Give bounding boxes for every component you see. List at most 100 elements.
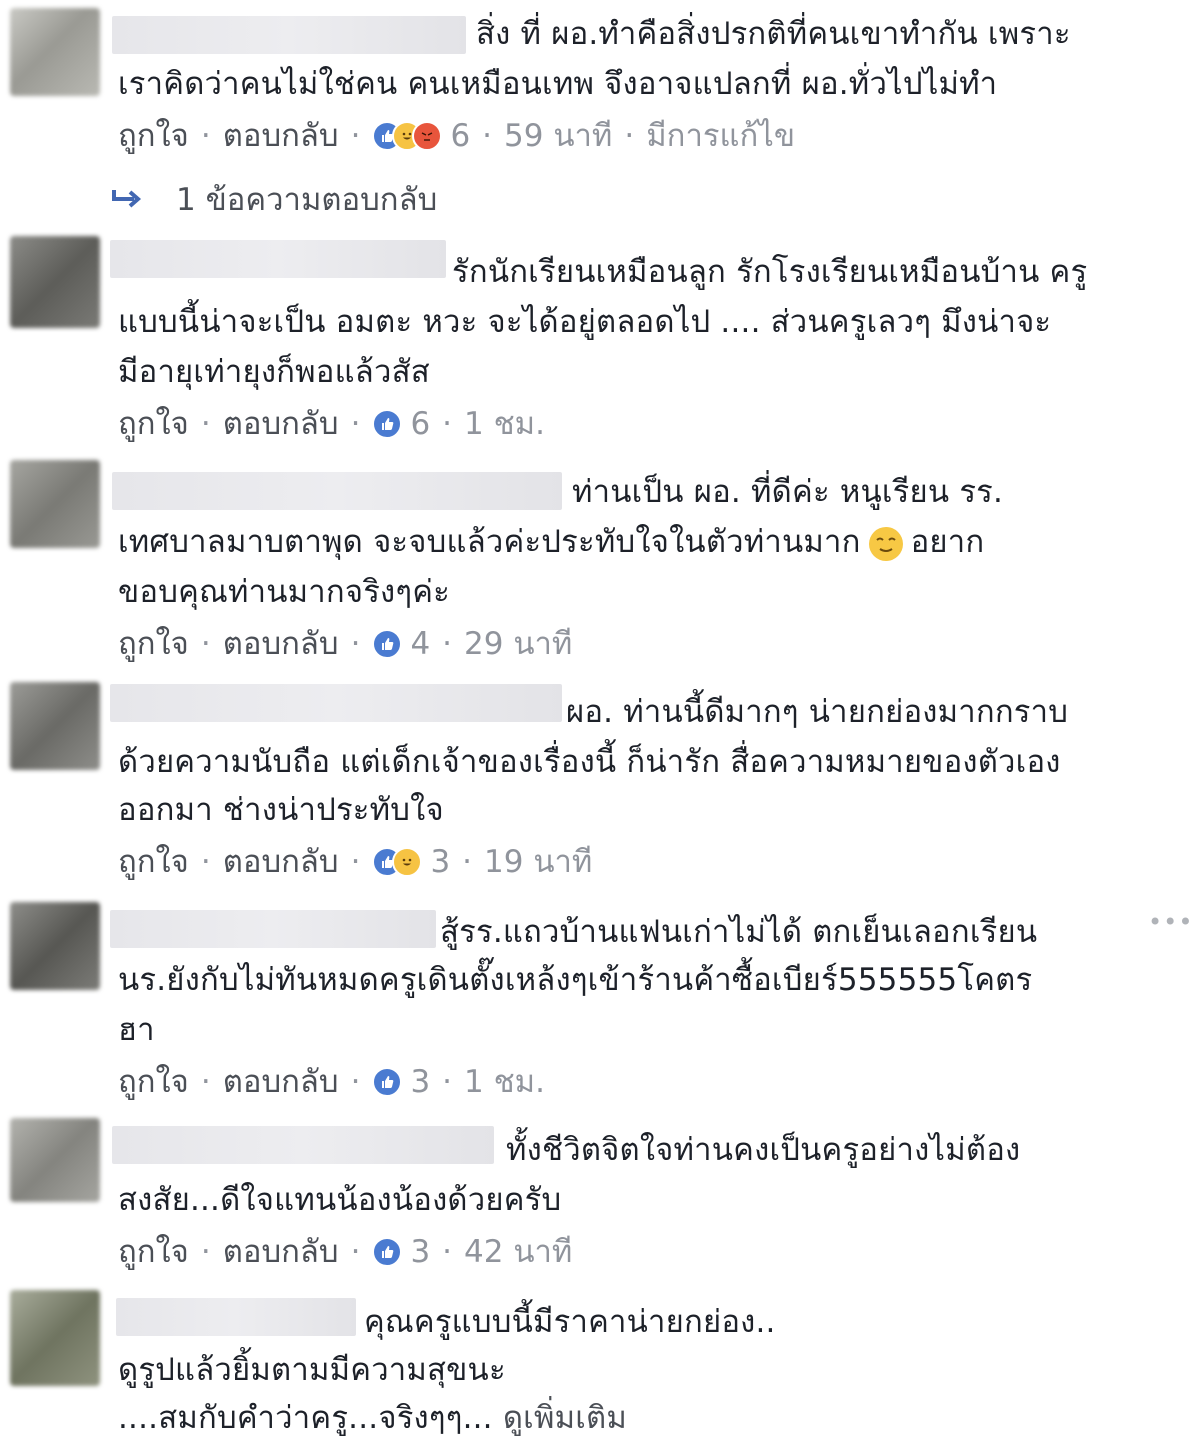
- separator: ·: [462, 844, 473, 880]
- reaction-count[interactable]: 3: [410, 1230, 430, 1274]
- separator: ·: [442, 406, 453, 442]
- more-options-icon[interactable]: •••: [1148, 908, 1193, 936]
- commenter-name-redacted[interactable]: [112, 472, 562, 510]
- comment-actions: ถูกใจ · ตอบกลับ · 4 · 29 นาที: [118, 622, 572, 666]
- avatar[interactable]: [10, 8, 100, 96]
- like-button[interactable]: ถูกใจ: [118, 1060, 189, 1104]
- reaction-count[interactable]: 6: [410, 402, 430, 446]
- reply-button[interactable]: ตอบกลับ: [223, 622, 339, 666]
- reactions[interactable]: [372, 121, 443, 151]
- separator: ·: [442, 1064, 453, 1100]
- timestamp[interactable]: 1 ชม.: [464, 1060, 545, 1104]
- comment-actions: ถูกใจ · ตอบกลับ · 3 · 19 นาที: [118, 840, 592, 884]
- separator: ·: [200, 118, 211, 154]
- reactions[interactable]: [372, 847, 423, 877]
- reply-arrow-icon: [112, 178, 142, 222]
- separator: ·: [350, 1234, 361, 1270]
- comment-text-segment: อยาก: [910, 524, 985, 560]
- separator: ·: [442, 1234, 453, 1270]
- angry-icon: [412, 121, 443, 151]
- timestamp[interactable]: 59 นาที: [504, 114, 612, 158]
- commenter-name-redacted[interactable]: [116, 1298, 356, 1336]
- reply-button[interactable]: ตอบกลับ: [223, 840, 339, 884]
- separator: ·: [200, 844, 211, 880]
- avatar[interactable]: [10, 1118, 100, 1202]
- comment-text-line: คุณครูแบบนี้มีราคาน่ายกย่อง..: [364, 1304, 776, 1340]
- comment-text-line: ท่านเป็น ผอ. ที่ดีค่ะ หนูเรียน รร.: [572, 474, 1004, 510]
- comment-text-line: สงสัย...ดีใจแทนน้องน้องด้วยครับ: [118, 1182, 562, 1218]
- like-button[interactable]: ถูกใจ: [118, 840, 189, 884]
- comment-text-line: สิ่ง ที่ ผอ.ทำคือสิ่งปรกติที่คนเขาทำกัน …: [476, 16, 1071, 52]
- reaction-count[interactable]: 4: [410, 622, 430, 666]
- comment-actions: ถูกใจ · ตอบกลับ · 3 · 42 นาที: [118, 1230, 572, 1274]
- timestamp[interactable]: 19 นาที: [484, 840, 592, 884]
- edited-label[interactable]: มีการแก้ไข: [646, 114, 795, 158]
- like-icon: [372, 629, 403, 659]
- commenter-name-redacted[interactable]: [110, 684, 562, 722]
- comment-actions: ถูกใจ · ตอบกลับ · 6 · 1 ชม.: [118, 402, 545, 446]
- like-icon: [372, 1237, 403, 1267]
- separator: ·: [350, 118, 361, 154]
- comment-actions: ถูกใจ · ตอบกลับ · 6 · 59 นาที · มีการแก้…: [118, 114, 795, 158]
- reply-button[interactable]: ตอบกลับ: [223, 402, 339, 446]
- like-button[interactable]: ถูกใจ: [118, 114, 189, 158]
- comment-text-segment: ....สมกับคำว่าครู...จริงๆๆ...: [118, 1400, 493, 1436]
- separator: ·: [200, 1234, 211, 1270]
- reactions[interactable]: [372, 409, 403, 439]
- avatar[interactable]: [10, 236, 100, 328]
- like-icon: [372, 409, 403, 439]
- avatar[interactable]: [10, 460, 100, 548]
- separator: ·: [624, 118, 635, 154]
- replies-count-label: 1 ข้อความตอบกลับ: [176, 182, 438, 218]
- avatar[interactable]: [10, 682, 100, 770]
- comment-text-line: สู้รร.แถวบ้านแฟนเก่าไม่ได้ ตกเย็นเลอกเรี…: [440, 914, 1038, 950]
- comment-text-segment: เทศบาลมาบตาพุด จะจบแล้วค่ะประทับใจในตัวท…: [118, 524, 861, 560]
- separator: ·: [200, 1064, 211, 1100]
- reaction-count[interactable]: 6: [450, 114, 470, 158]
- comment-actions: ถูกใจ · ตอบกลับ · 3 · 1 ชม.: [118, 1060, 545, 1104]
- comment-text-line: ดูรูปแล้วยิ้มตามมีความสุขนะ: [118, 1352, 506, 1388]
- reactions[interactable]: [372, 1237, 403, 1267]
- comment-text-line: มีอายุเท่ายุงก็พอแล้วสัส: [118, 354, 430, 390]
- timestamp[interactable]: 1 ชม.: [464, 402, 545, 446]
- reactions[interactable]: [372, 1067, 403, 1097]
- commenter-name-redacted[interactable]: [110, 910, 436, 948]
- like-button[interactable]: ถูกใจ: [118, 402, 189, 446]
- comment-text-line: ด้วยความนับถือ แต่เด็กเจ้าของเรื่องนี้ ก…: [118, 744, 1061, 780]
- separator: ·: [350, 406, 361, 442]
- comment-text-line: ....สมกับคำว่าครู...จริงๆๆ... ดูเพิ่มเติ…: [118, 1396, 627, 1440]
- view-replies-link[interactable]: 1 ข้อความตอบกลับ: [112, 178, 437, 222]
- comment-text-line: ออกมา ช่างน่าประทับใจ: [118, 792, 444, 828]
- comment-text-line: ฮา: [118, 1012, 155, 1048]
- comment-text-line: ทั้งชีวิตจิตใจท่านคงเป็นครูอย่างไม่ต้อง: [506, 1132, 1021, 1168]
- avatar[interactable]: [10, 902, 100, 990]
- commenter-name-redacted[interactable]: [110, 240, 446, 278]
- reaction-count[interactable]: 3: [410, 1060, 430, 1104]
- reply-button[interactable]: ตอบกลับ: [223, 114, 339, 158]
- comment-text-line: นร.ยังกับไม่ทันหมดครูเดินตั๊งเหล้งๆเข้าร…: [118, 962, 1033, 998]
- see-more-link[interactable]: ดูเพิ่มเติม: [503, 1400, 627, 1436]
- comment-text-line: เทศบาลมาบตาพุด จะจบแล้วค่ะประทับใจในตัวท…: [118, 520, 984, 564]
- timestamp[interactable]: 42 นาที: [464, 1230, 572, 1274]
- separator: ·: [350, 626, 361, 662]
- reply-button[interactable]: ตอบกลับ: [223, 1060, 339, 1104]
- comment-text-line: แบบนี้น่าจะเป็น อมตะ หวะ จะได้อยู่ตลอดไป…: [118, 304, 1052, 340]
- reactions[interactable]: [372, 629, 403, 659]
- comment-text-line: ขอบคุณท่านมากจริงๆค่ะ: [118, 574, 451, 610]
- separator: ·: [442, 626, 453, 662]
- reply-button[interactable]: ตอบกลับ: [223, 1230, 339, 1274]
- like-button[interactable]: ถูกใจ: [118, 622, 189, 666]
- commenter-name-redacted[interactable]: [112, 1126, 494, 1164]
- avatar[interactable]: [10, 1290, 100, 1386]
- separator: ·: [200, 406, 211, 442]
- comment-text-line: รักนักเรียนเหมือนลูก รักโรงเรียนเหมือนบ้…: [452, 254, 1088, 290]
- reaction-count[interactable]: 3: [430, 840, 450, 884]
- smiling-face-emoji-icon: [867, 525, 905, 563]
- separator: ·: [200, 626, 211, 662]
- like-button[interactable]: ถูกใจ: [118, 1230, 189, 1274]
- separator: ·: [350, 844, 361, 880]
- timestamp[interactable]: 29 นาที: [464, 622, 572, 666]
- commenter-name-redacted[interactable]: [112, 16, 466, 54]
- comment-text-line: เราคิดว่าคนไม่ใช่คน คนเหมือนเทพ จึงอาจแป…: [118, 66, 998, 102]
- comment-text-line: ผอ. ท่านนี้ดีมากๆ น่ายกย่องมากกราบ: [566, 694, 1069, 730]
